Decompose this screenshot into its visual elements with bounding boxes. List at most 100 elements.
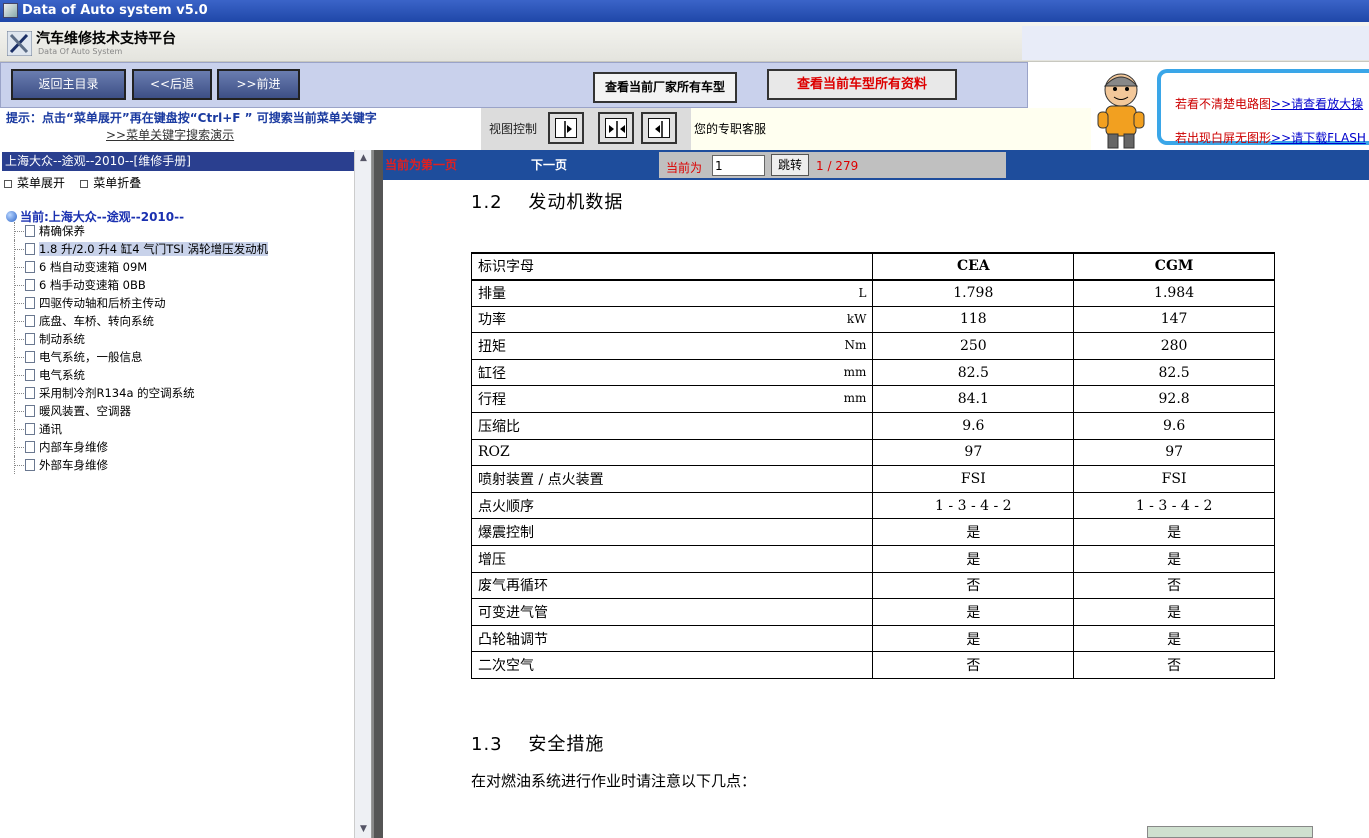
tree-item[interactable]: 电气系统，一般信息 (12, 348, 268, 366)
panel-splitter[interactable] (372, 150, 383, 838)
flash-download-link[interactable]: >>请下载FLASH (1271, 131, 1366, 145)
jump-button[interactable]: 跳转 (771, 154, 809, 176)
table-row: 点火顺序 1 - 3 - 4 - 21 - 3 - 4 - 2 (470, 491, 1275, 520)
cgm-value-cell: 1.984 (1073, 279, 1275, 307)
next-page-link[interactable]: 下一页 (531, 156, 567, 173)
cgm-value-cell: FSI (1073, 465, 1275, 493)
document-icon (25, 315, 35, 327)
parameter-unit: kW (846, 311, 867, 326)
document-icon (25, 225, 35, 237)
menu-expand-button[interactable]: 菜单展开 (4, 176, 65, 190)
view-control: 视图控制 (481, 108, 691, 150)
search-demo-link[interactable]: >>菜单关键字搜索演示 (106, 126, 234, 143)
parameter-name: 功率 (478, 312, 506, 329)
parameter-name: 凸轮轴调节 (478, 631, 548, 648)
column-header: CGM (1073, 252, 1275, 281)
parameter-cell: 功率 kW (470, 305, 874, 334)
tree-item[interactable]: 底盘、车桥、转向系统 (12, 312, 268, 330)
hint-bar: 提示：点击“菜单展开”再在键盘按“Ctrl+F ” 可搜索当前菜单关键字 >>菜… (0, 108, 1091, 150)
document-icon (25, 387, 35, 399)
view-manufacturer-models-button[interactable]: 查看当前厂家所有车型 (593, 72, 737, 103)
cea-value-cell: 否 (872, 571, 1075, 600)
tree-item[interactable]: 电气系统 (12, 366, 268, 384)
cgm-value-cell: 147 (1073, 305, 1275, 334)
cgm-value-cell: 82.5 (1073, 358, 1275, 387)
tree-item[interactable]: 通讯 (12, 420, 268, 438)
parameter-cell: 点火顺序 (470, 491, 874, 520)
chevron-up-icon[interactable]: ▲ (357, 152, 370, 165)
cgm-value-cell: 280 (1073, 332, 1275, 360)
parameter-cell: 扭矩 Nm (470, 332, 874, 360)
table-row: ROZ 97 97 (470, 438, 1275, 467)
zoom-guide-link[interactable]: >>请查看放大操 (1271, 97, 1363, 111)
parameter-cell: 凸轮轴调节 (470, 624, 874, 653)
cea-value-cell: 118 (872, 305, 1075, 334)
tree-item-selected[interactable]: 1.8 升/2.0 升4 缸4 气门TSI 涡轮增压发动机 (12, 240, 269, 258)
table-row: 凸轮轴调节 是是 (470, 624, 1275, 653)
table-row: 行程 mm 84.1 92.8 (470, 385, 1275, 414)
table-row: 压缩比 9.6 9.6 (470, 412, 1275, 440)
window-title-bar: Data of Auto system v5.0 (0, 0, 1369, 22)
cea-value-cell: 1 - 3 - 4 - 2 (872, 491, 1075, 520)
view-split-button[interactable] (598, 112, 634, 144)
circuit-hint-text: 若看不清楚电路图 (1175, 97, 1272, 111)
document-icon (25, 441, 35, 453)
current-page-label: 当前为 (666, 161, 703, 175)
chevron-down-icon[interactable]: ▼ (357, 823, 370, 836)
tree-item[interactable]: 暖风装置、空调器 (12, 402, 268, 420)
view-expand-left-button[interactable] (641, 112, 677, 144)
parameter-cell: 行程 mm (470, 385, 874, 414)
cgm-value-cell: 是 (1073, 624, 1275, 653)
cea-value-cell: 250 (872, 332, 1075, 360)
tree-item[interactable]: 内部车身维修 (12, 438, 268, 456)
cea-value-cell: 是 (872, 545, 1075, 573)
parameter-name: 压缩比 (478, 418, 520, 435)
back-to-menu-button[interactable]: 返回主目录 (11, 69, 126, 100)
parameter-name: 喷射装置 / 点火装置 (478, 472, 604, 489)
parameter-cell: ROZ (470, 438, 874, 467)
cgm-value-cell: 92.8 (1073, 385, 1275, 414)
mechanic-mascot-icon (1097, 73, 1145, 149)
arrow-left-icon (655, 121, 663, 137)
app-icon (3, 3, 18, 18)
safety-paragraph: 在对燃油系统进行作业时请注意以下几点： (471, 772, 757, 790)
parameter-name: ROZ (478, 444, 510, 461)
engine-data-table: 标识字母 CEA CGM 排量 L 1.798 1.984 功率 kW 118 147 扭矩 Nm… (470, 252, 1275, 679)
tree-item[interactable]: 采用制冷剂R134a 的空调系统 (12, 384, 268, 402)
parameter-name: 缸径 (478, 365, 506, 382)
page-count: 1 / 279 (816, 159, 859, 173)
tree-item[interactable]: 外部车身维修 (12, 456, 268, 474)
parameter-unit: mm (843, 364, 867, 379)
parameter-name: 爆震控制 (478, 525, 534, 542)
floating-toolbar[interactable] (1147, 826, 1313, 838)
forward-button[interactable]: >>前进 (217, 69, 300, 100)
document-icon (25, 279, 35, 291)
menu-collapse-button[interactable]: 菜单折叠 (80, 176, 141, 190)
view-all-model-data-button[interactable]: 查看当前车型所有资料 (767, 69, 957, 100)
parameter-cell: 增压 (470, 545, 874, 573)
tree-item[interactable]: 四驱传动轴和后桥主传动 (12, 294, 268, 312)
cea-value-cell: 82.5 (872, 358, 1075, 387)
tree-item[interactable]: 6 档自动变速箱 09M (12, 258, 268, 276)
document-icon (25, 261, 35, 273)
view-expand-right-button[interactable] (548, 112, 584, 144)
document-icon (25, 297, 35, 309)
section-heading: 1.3 安全措施 (471, 734, 605, 755)
cea-value-cell: FSI (872, 465, 1075, 493)
back-button[interactable]: <<后退 (132, 69, 212, 100)
section-heading: 1.2 发动机数据 (471, 192, 624, 213)
page-number-input[interactable] (712, 155, 765, 176)
page-navigation: 当前为第一页 下一页 当前为 跳转 1 / 279 (383, 150, 1369, 180)
tree-scrollbar[interactable]: ▲ ▼ (354, 150, 371, 838)
document-icon (25, 333, 35, 345)
cgm-value-cell: 97 (1073, 438, 1275, 467)
parameter-unit: L (858, 285, 867, 300)
tree-item[interactable]: 精确保养 (12, 222, 268, 240)
parameter-unit: Nm (844, 338, 867, 353)
table-row: 增压 是是 (470, 545, 1275, 573)
cea-value-cell: 是 (872, 624, 1075, 653)
tree-item[interactable]: 6 档手动变速箱 0BB (12, 276, 268, 294)
parameter-name: 可变进气管 (478, 605, 548, 622)
tree-item[interactable]: 制动系统 (12, 330, 268, 348)
parameter-cell: 二次空气 (470, 651, 874, 679)
